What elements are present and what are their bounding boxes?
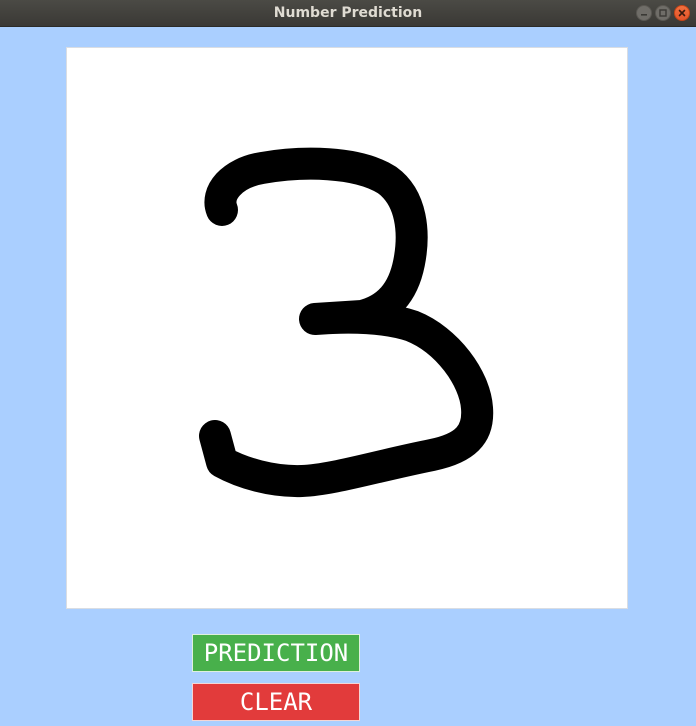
- drawing-canvas[interactable]: [66, 47, 628, 609]
- window-titlebar[interactable]: Number Prediction: [0, 0, 696, 27]
- handwritten-digit-icon: [199, 147, 494, 498]
- close-button[interactable]: [674, 5, 690, 21]
- maximize-icon: [659, 9, 667, 17]
- maximize-button[interactable]: [655, 5, 671, 21]
- prediction-button[interactable]: PREDICTION: [192, 634, 360, 672]
- close-icon: [678, 9, 686, 17]
- minimize-button[interactable]: [636, 5, 652, 21]
- clear-button[interactable]: CLEAR: [192, 683, 360, 721]
- minimize-icon: [641, 14, 647, 16]
- window-title: Number Prediction: [273, 5, 423, 21]
